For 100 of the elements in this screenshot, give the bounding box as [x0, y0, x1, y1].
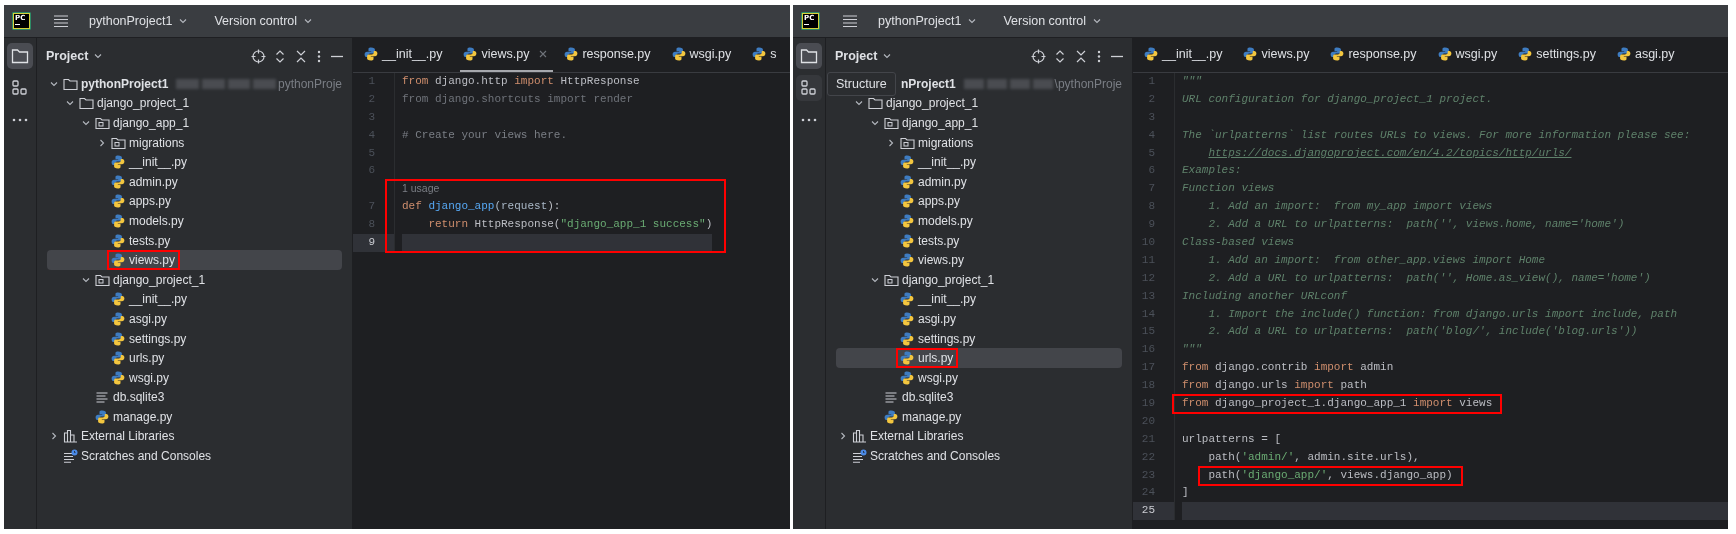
- editor-tab[interactable]: s: [749, 38, 787, 72]
- code-line: 1. Add an import: from other_app.views import Home: [1207, 252, 1547, 268]
- tree-item[interactable]: External Libraries: [836, 426, 1122, 447]
- tree-item[interactable]: External Libraries: [47, 426, 342, 447]
- tree-item[interactable]: django_project_1: [836, 269, 1122, 290]
- editor-tab[interactable]: views.py: [1240, 38, 1320, 72]
- code-line: 2. Add a URL to urlpatterns: path('', Home.as_view(), name='home'): [1207, 270, 1652, 286]
- tree-item[interactable]: django_app_1: [47, 113, 342, 133]
- tree-item[interactable]: views.py: [836, 250, 1122, 270]
- tree-item[interactable]: __init__.py: [47, 152, 342, 172]
- tree-item[interactable]: settings.py: [47, 328, 342, 349]
- tree-item[interactable]: __init__.py: [836, 289, 1122, 310]
- usage-hint[interactable]: 1 usage: [402, 180, 713, 199]
- python-file-icon: [900, 155, 914, 170]
- kebab-menu-icon[interactable]: [315, 48, 323, 64]
- code-line: 1. Add an import: from my_app import views: [1207, 199, 1494, 215]
- menu-icon[interactable]: [53, 14, 69, 28]
- tree-item[interactable]: models.py: [47, 211, 342, 231]
- crosshair-icon[interactable]: [251, 48, 266, 64]
- python-file-icon: [1144, 47, 1158, 61]
- tree-item[interactable]: urls.py: [47, 348, 342, 368]
- chevron-down-icon: [1092, 16, 1103, 26]
- tree-item[interactable]: asgi.py: [47, 309, 342, 329]
- editor-tab[interactable]: wsgi.py: [1434, 38, 1508, 72]
- editor-tab[interactable]: settings.py: [1515, 38, 1606, 72]
- code-line: def django_app(request):: [402, 199, 562, 215]
- python-file-icon: [671, 47, 686, 61]
- expand-collapse-icon[interactable]: [1053, 48, 1067, 64]
- chevron-down-icon: [303, 16, 314, 26]
- folder-icon[interactable]: [800, 47, 818, 65]
- code-line: from django.contrib import admin: [1182, 360, 1395, 376]
- editor-tab[interactable]: wsgi.py: [668, 38, 742, 72]
- menu-icon[interactable]: [842, 14, 858, 28]
- panel-title-dropdown[interactable]: Project: [835, 49, 893, 63]
- code-line: """: [1182, 342, 1203, 358]
- tree-item[interactable]: db.sqlite3: [47, 387, 342, 408]
- tree-item[interactable]: wsgi.py: [836, 367, 1122, 388]
- code-line: from django_project_1.django_app_1 import views: [1182, 397, 1493, 410]
- project-dropdown[interactable]: pythonProject1: [872, 10, 984, 32]
- panel-title-dropdown[interactable]: Project: [46, 49, 104, 63]
- tree-item[interactable]: views.py: [47, 250, 342, 270]
- project-dropdown[interactable]: pythonProject1: [83, 10, 195, 32]
- tree-item[interactable]: apps.py: [47, 191, 342, 212]
- python-file-icon: [900, 213, 914, 228]
- python-file-icon: [95, 409, 109, 424]
- python-file-icon: [111, 233, 125, 248]
- collapse-all-icon[interactable]: [1074, 48, 1088, 64]
- tree-item[interactable]: migrations: [836, 132, 1122, 153]
- version-control-dropdown[interactable]: Version control: [208, 10, 320, 32]
- tree-item[interactable]: django_project_1: [836, 93, 1122, 114]
- tree-item[interactable]: django_app_1: [836, 113, 1122, 133]
- editor-tab[interactable]: views.py: [460, 38, 554, 72]
- tree-item[interactable]: manage.py: [836, 407, 1122, 427]
- link[interactable]: https://docs.djangoproject.com/en/4.2/topics/http/urls/: [1208, 146, 1572, 159]
- editor-tab[interactable]: __init__.py: [361, 38, 453, 72]
- tree-item[interactable]: urls.py: [836, 348, 1122, 368]
- tree-item[interactable]: tests.py: [47, 230, 342, 251]
- tree-item[interactable]: asgi.py: [836, 309, 1122, 329]
- editor-tab[interactable]: response.py: [561, 38, 661, 72]
- collapse-all-icon[interactable]: [294, 48, 308, 64]
- tree-item[interactable]: django_project_1: [47, 269, 342, 290]
- python-file-icon: [111, 331, 125, 346]
- tree-item[interactable]: admin.py: [836, 171, 1122, 192]
- python-file-icon: [900, 194, 914, 209]
- expand-collapse-icon[interactable]: [273, 48, 287, 64]
- editor-tab[interactable]: asgi.py: [1613, 38, 1685, 72]
- editor-tab[interactable]: response.py: [1327, 38, 1427, 72]
- tree-item[interactable]: manage.py: [47, 407, 342, 427]
- kebab-menu-icon[interactable]: [1095, 48, 1103, 64]
- tree-item[interactable]: Scratches and Consoles: [47, 446, 342, 466]
- code-line: 2. Add a URL to urlpatterns: path('', views.home, name='home'): [1207, 217, 1626, 233]
- tree-item[interactable]: wsgi.py: [47, 367, 342, 388]
- tree-item[interactable]: tests.py: [836, 230, 1122, 251]
- scratches-icon: [63, 449, 78, 464]
- editor-tab[interactable]: __init__.py: [1141, 38, 1233, 72]
- chevron-down-icon: [967, 16, 978, 26]
- tree-item[interactable]: admin.py: [47, 171, 342, 192]
- tree-item[interactable]: db.sqlite3: [836, 387, 1122, 408]
- structure-icon[interactable]: [11, 79, 29, 97]
- version-control-dropdown[interactable]: Version control: [997, 10, 1109, 32]
- structure-icon[interactable]: [800, 79, 818, 97]
- tree-item[interactable]: __init__.py: [836, 152, 1122, 172]
- tree-item[interactable]: django_project_1: [47, 93, 342, 114]
- tree-item[interactable]: migrations: [47, 132, 342, 153]
- tree-item[interactable]: models.py: [836, 211, 1122, 231]
- tree-item[interactable]: __init__.py: [47, 289, 342, 310]
- text-file-icon: [95, 390, 109, 405]
- module-folder-icon: [95, 272, 110, 287]
- python-file-icon: [884, 409, 898, 424]
- code-line: Class-based views: [1182, 235, 1296, 250]
- chevron-down-icon: [178, 16, 189, 26]
- tree-item[interactable]: Scratches and Consoles: [836, 446, 1122, 466]
- crosshair-icon[interactable]: [1031, 48, 1046, 64]
- code-line: Examples:: [1182, 163, 1243, 179]
- python-file-icon: [900, 233, 914, 248]
- folder-icon[interactable]: [11, 47, 29, 65]
- tree-item[interactable]: settings.py: [836, 328, 1122, 349]
- tree-item[interactable]: apps.py: [836, 191, 1122, 212]
- tree-item[interactable]: pythonProject1 pythonProje: [47, 74, 342, 94]
- python-file-icon: [1518, 47, 1533, 61]
